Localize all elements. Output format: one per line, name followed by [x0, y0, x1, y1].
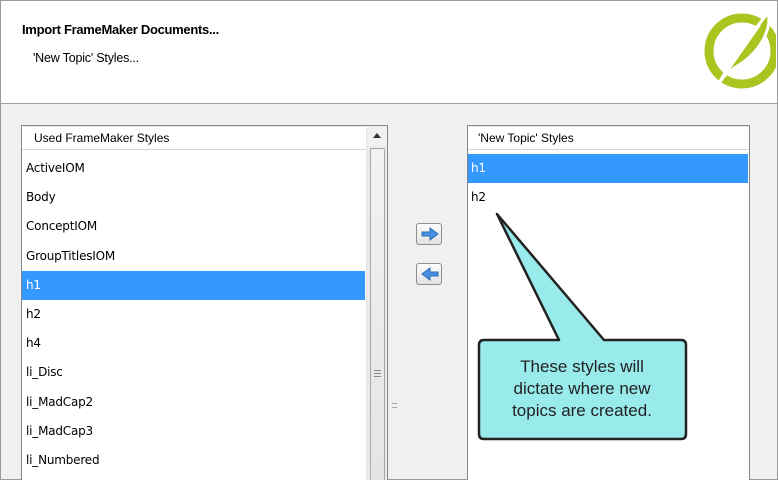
callout-line: These styles will: [520, 357, 644, 376]
callout-line: dictate where new: [513, 379, 651, 398]
callout-text: These styles will dictate where new topi…: [489, 356, 675, 422]
callout-line: topics are created.: [512, 401, 652, 420]
